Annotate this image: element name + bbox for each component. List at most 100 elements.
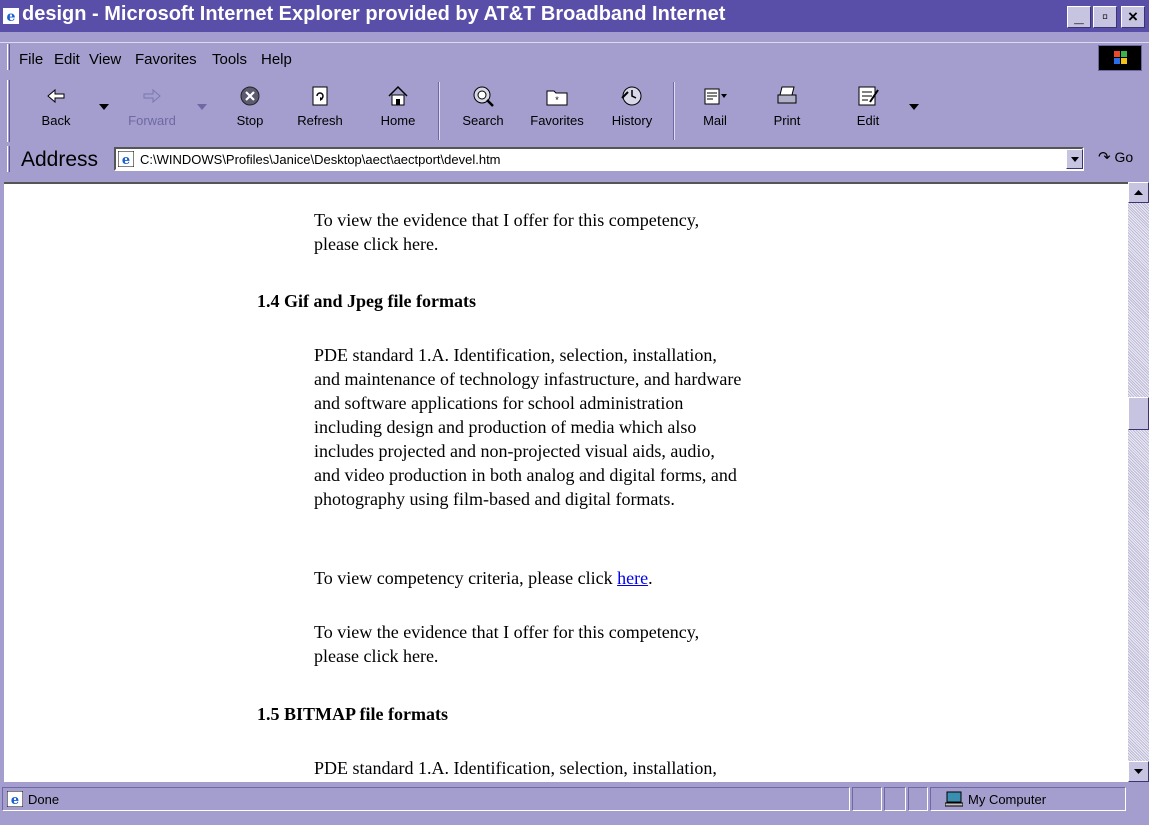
chevron-down-icon [1134,769,1143,774]
printer-icon [777,86,797,104]
mail-icon [704,88,727,105]
computer-icon [945,791,963,807]
text-line: PDE standard 1.A. Identification, select… [314,345,717,365]
edit-button[interactable]: Edit [848,84,888,140]
address-label: Address [21,148,99,171]
text-line: To view the evidence that I offer for th… [314,622,700,642]
ie-logo-icon: e [3,8,19,24]
favorites-button[interactable]: * Favorites [522,84,592,140]
evidence-paragraph: To view the evidence that I offer for th… [314,208,834,256]
scroll-down-button[interactable] [1128,761,1149,782]
scroll-up-button[interactable] [1128,182,1149,203]
history-label: History [611,113,653,128]
evidence-paragraph: To view the evidence that I offer for th… [314,620,834,668]
home-label: Home [380,113,416,128]
criteria-paragraph: To view competency criteria, please clic… [314,566,834,590]
mail-label: Mail [703,113,727,128]
addressbar-grip[interactable] [7,146,10,172]
text-line: please click here. [314,234,439,254]
menu-view[interactable]: View [89,51,121,68]
stop-label: Stop [236,113,264,128]
go-button[interactable]: ↷ Go [1098,148,1133,166]
menu-favorites[interactable]: Favorites [135,51,197,68]
maximize-button[interactable]: ▫ [1093,6,1117,28]
text-line: and software applications for school adm… [314,393,684,413]
text-line: . [648,568,653,588]
page-icon: e [7,791,23,807]
menu-help[interactable]: Help [261,51,292,68]
address-value: C:\WINDOWS\Profiles\Janice\Desktop\aect\… [140,152,501,167]
history-icon [621,86,642,106]
address-input[interactable]: e C:\WINDOWS\Profiles\Janice\Desktop\aec… [114,147,1084,171]
refresh-button[interactable]: Refresh [291,84,349,140]
search-button[interactable]: Search [455,84,511,140]
toolbar-separator [438,82,440,140]
svg-text:e: e [122,153,130,167]
edit-icon [858,86,879,106]
stop-icon [240,86,260,106]
menu-tools[interactable]: Tools [212,51,247,68]
back-dropdown-icon[interactable] [99,104,109,110]
text-line: To view competency criteria, please clic… [314,568,618,588]
forward-arrow-icon [143,88,161,104]
search-label: Search [462,113,504,128]
menu-file[interactable]: File [19,51,43,68]
search-globe-icon [473,86,494,107]
pde-paragraph: PDE standard 1.A. Identification, select… [314,756,834,780]
text-line: please click here. [314,646,439,666]
home-icon [388,85,408,106]
back-label: Back [41,113,71,128]
text-line: includes projected and non-projected vis… [314,441,715,461]
refresh-label: Refresh [297,113,343,128]
status-pane [908,787,928,811]
pde-paragraph: PDE standard 1.A. Identification, select… [314,343,834,511]
forward-button[interactable]: Forward [119,84,185,140]
toolbar-separator [673,82,675,140]
menu-bar: File Edit View Favorites Tools Help [0,42,1149,73]
text-line: and maintenance of technology infastruct… [314,369,742,389]
criteria-link[interactable]: here [617,568,648,588]
favorites-folder-icon: * [546,90,568,106]
svg-text:e: e [11,793,19,807]
zone-text: My Computer [968,792,1047,807]
scroll-thumb[interactable] [1128,397,1149,430]
page-icon: e [118,151,134,167]
text-line: including design and production of media… [314,417,697,437]
home-button[interactable]: Home [375,84,421,140]
section-heading: 1.5 BITMAP file formats [257,704,448,724]
chevron-up-icon [1134,190,1143,195]
text-line: and video production in both analog and … [314,465,737,485]
page-viewport[interactable]: To view the evidence that I offer for th… [4,182,1128,782]
refresh-icon [312,86,328,106]
status-pane: e [2,787,850,811]
address-dropdown-button[interactable] [1066,149,1083,169]
edit-label: Edit [856,113,880,128]
go-arrow-icon: ↷ [1098,149,1111,166]
text-line: To view the evidence that I offer for th… [314,210,700,230]
menu-edit[interactable]: Edit [54,51,80,68]
svg-text:e: e [7,9,16,24]
stop-button[interactable]: Stop [228,84,272,140]
history-button[interactable]: History [603,84,661,140]
status-text: Done [28,792,60,807]
close-button[interactable]: × [1121,6,1145,28]
back-button[interactable]: Back [33,84,79,140]
edit-dropdown-icon[interactable] [909,104,919,110]
mail-button[interactable]: Mail [686,84,744,140]
favorites-label: Favorites [530,113,584,128]
vertical-scrollbar[interactable] [1128,182,1149,782]
windows-logo-icon [1098,45,1142,71]
title-bar[interactable]: e design - Microsoft Internet Explorer p… [0,0,1149,32]
minimize-button[interactable]: _ [1067,6,1091,28]
status-pane [884,787,906,811]
window-title: design - Microsoft Internet Explorer pro… [22,3,726,25]
svg-text:*: * [555,95,559,105]
forward-label: Forward [128,113,176,128]
forward-dropdown-icon[interactable] [197,104,207,110]
print-button[interactable]: Print [766,84,808,140]
go-label: Go [1114,149,1134,165]
text-line: PDE standard 1.A. Identification, select… [314,758,717,778]
back-arrow-icon [47,88,65,104]
print-label: Print [773,113,801,128]
status-pane [852,787,882,811]
